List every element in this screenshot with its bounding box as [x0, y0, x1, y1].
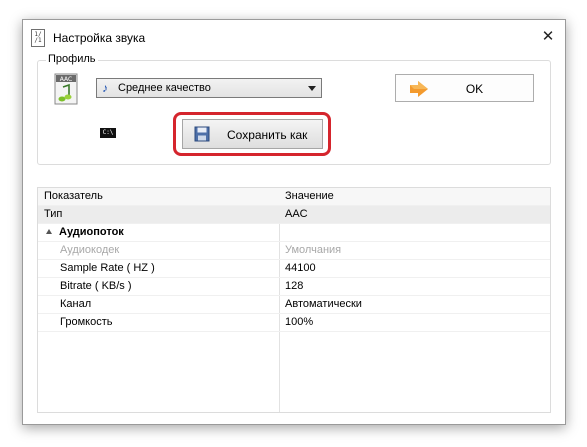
window-title: Настройка звука	[53, 31, 146, 45]
header-name: Показатель	[44, 190, 103, 202]
row-name: Sample Rate ( HZ )	[60, 262, 155, 274]
close-button[interactable]: ✕	[531, 20, 565, 54]
row-value: AAC	[285, 208, 308, 220]
floppy-disk-icon	[194, 126, 210, 142]
grid-header-row: Показатель Значение	[38, 188, 550, 206]
aac-file-icon: AAC	[54, 73, 78, 105]
chevron-down-icon	[308, 86, 316, 91]
table-row[interactable]: Канал Автоматически	[38, 296, 550, 314]
section-row-audiostream[interactable]: Аудиопоток	[38, 224, 550, 242]
section-title: Аудиопоток	[59, 226, 124, 238]
table-row[interactable]: Bitrate ( KB/s ) 128	[38, 278, 550, 296]
properties-grid: Показатель Значение Тип AAC Аудиопоток А…	[37, 187, 551, 413]
row-name: Bitrate ( KB/s )	[60, 280, 132, 292]
row-value: Умолчания	[285, 244, 342, 256]
table-row[interactable]: Аудиокодек Умолчания	[38, 242, 550, 260]
section-label: Аудиопоток	[46, 226, 124, 238]
save-as-button[interactable]: Сохранить как	[182, 119, 323, 149]
table-row[interactable]: Sample Rate ( HZ ) 44100	[38, 260, 550, 278]
profile-group: Профиль AAC ♪ Среднее качество OK C:\ Со…	[37, 53, 551, 165]
ok-button[interactable]: OK	[395, 74, 534, 102]
app-settings-icon: 1//1	[31, 29, 45, 47]
row-value[interactable]: Автоматически	[285, 298, 362, 310]
row-name: Канал	[60, 298, 92, 310]
table-row[interactable]: Тип AAC	[38, 206, 550, 224]
svg-text:AAC: AAC	[60, 76, 72, 83]
ok-button-label: OK	[465, 82, 484, 96]
command-prompt-icon: C:\	[100, 128, 116, 138]
profile-select[interactable]: ♪ Среднее качество	[96, 78, 322, 98]
collapse-triangle-icon[interactable]	[46, 229, 52, 234]
row-name: Громкость	[60, 316, 113, 328]
row-name: Аудиокодек	[60, 244, 120, 256]
table-row[interactable]: Громкость 100%	[38, 314, 550, 332]
row-value[interactable]: 128	[285, 280, 303, 292]
row-name: Тип	[44, 208, 63, 220]
row-value[interactable]: 44100	[285, 262, 316, 274]
save-as-label: Сохранить как	[227, 128, 308, 142]
music-note-icon: ♪	[102, 81, 108, 95]
sound-settings-dialog: 1//1 Настройка звука ✕ Профиль AAC ♪ Сре…	[22, 19, 566, 425]
profile-group-label: Профиль	[46, 53, 98, 65]
header-value: Значение	[285, 190, 334, 202]
profile-select-value: Среднее качество	[118, 82, 211, 94]
row-value[interactable]: 100%	[285, 316, 313, 328]
title-bar: 1//1 Настройка звука ✕	[23, 20, 565, 54]
